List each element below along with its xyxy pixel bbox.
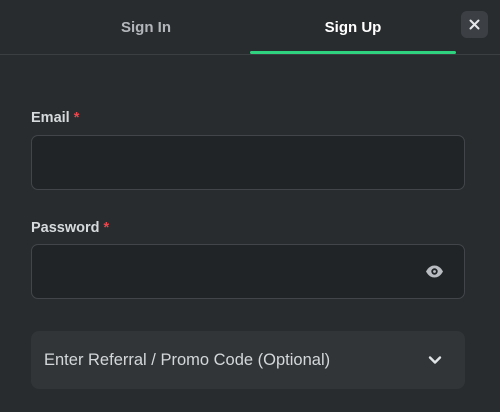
tab-sign-in[interactable]: Sign In (42, 0, 250, 54)
close-button[interactable] (461, 11, 488, 38)
password-required-mark: * (103, 220, 110, 236)
close-icon (469, 19, 480, 30)
password-label: Password * (31, 220, 109, 236)
tab-sign-up[interactable]: Sign Up (250, 0, 456, 54)
tab-sign-up-label: Sign Up (324, 18, 382, 36)
password-label-text: Password (31, 220, 100, 236)
active-tab-indicator (250, 51, 456, 54)
auth-tabs: Sign In Sign Up (0, 0, 500, 55)
eye-icon[interactable] (425, 263, 444, 280)
email-input[interactable] (31, 135, 465, 190)
email-label: Email * (31, 110, 79, 126)
email-required-mark: * (73, 110, 80, 126)
password-input[interactable] (31, 244, 465, 299)
promo-code-toggle[interactable]: Enter Referral / Promo Code (Optional) (31, 331, 465, 389)
tab-sign-in-label: Sign In (121, 18, 171, 36)
promo-code-label: Enter Referral / Promo Code (Optional) (44, 350, 331, 369)
signup-modal: Sign In Sign Up Email * Password * Enter R… (0, 0, 500, 412)
email-label-text: Email (31, 110, 70, 126)
chevron-down-icon (428, 356, 442, 364)
